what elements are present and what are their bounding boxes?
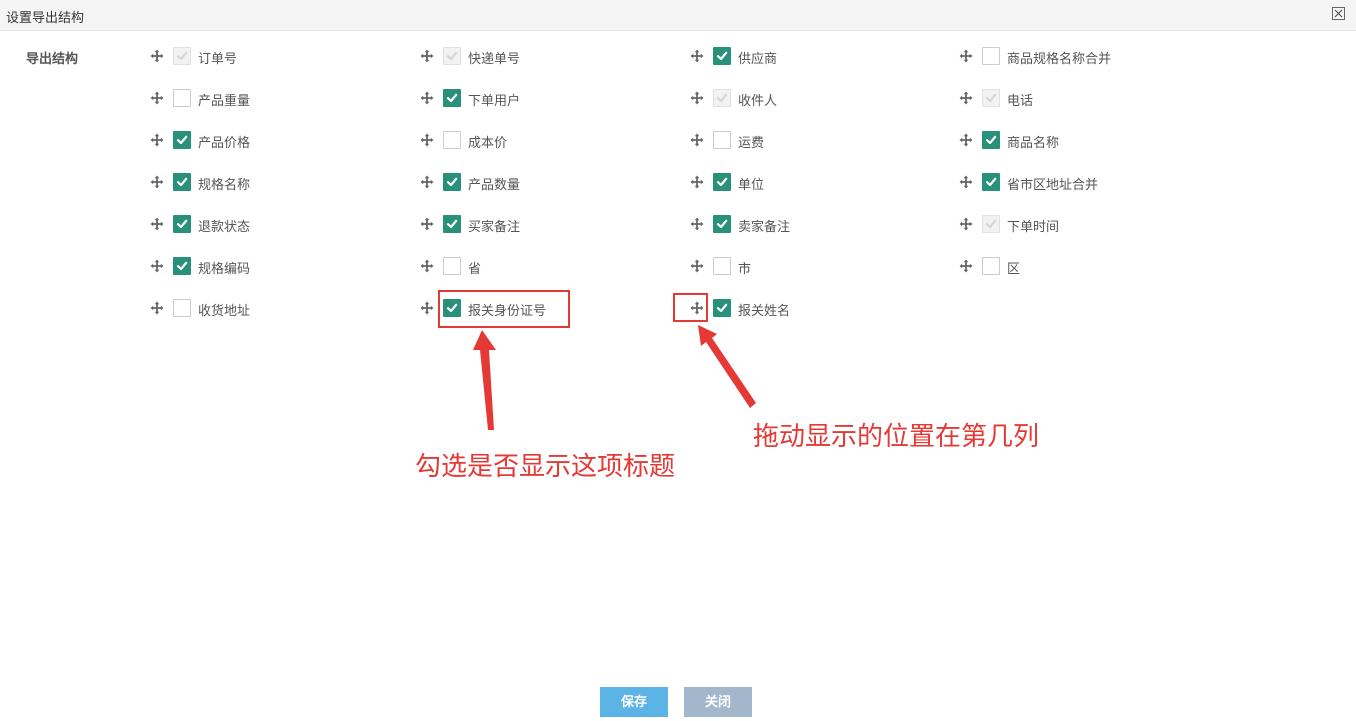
- annotation-checkbox-note: 勾选是否显示这项标题: [415, 451, 676, 481]
- arrow-to-checkbox: [473, 330, 496, 430]
- annotation-drag-note: 拖动显示的位置在第几列: [753, 421, 1040, 451]
- annotation-arrows: [473, 325, 756, 430]
- save-button[interactable]: 保存: [600, 687, 668, 717]
- close-button[interactable]: 关闭: [684, 687, 752, 717]
- arrow-to-drag-icon: [698, 325, 756, 408]
